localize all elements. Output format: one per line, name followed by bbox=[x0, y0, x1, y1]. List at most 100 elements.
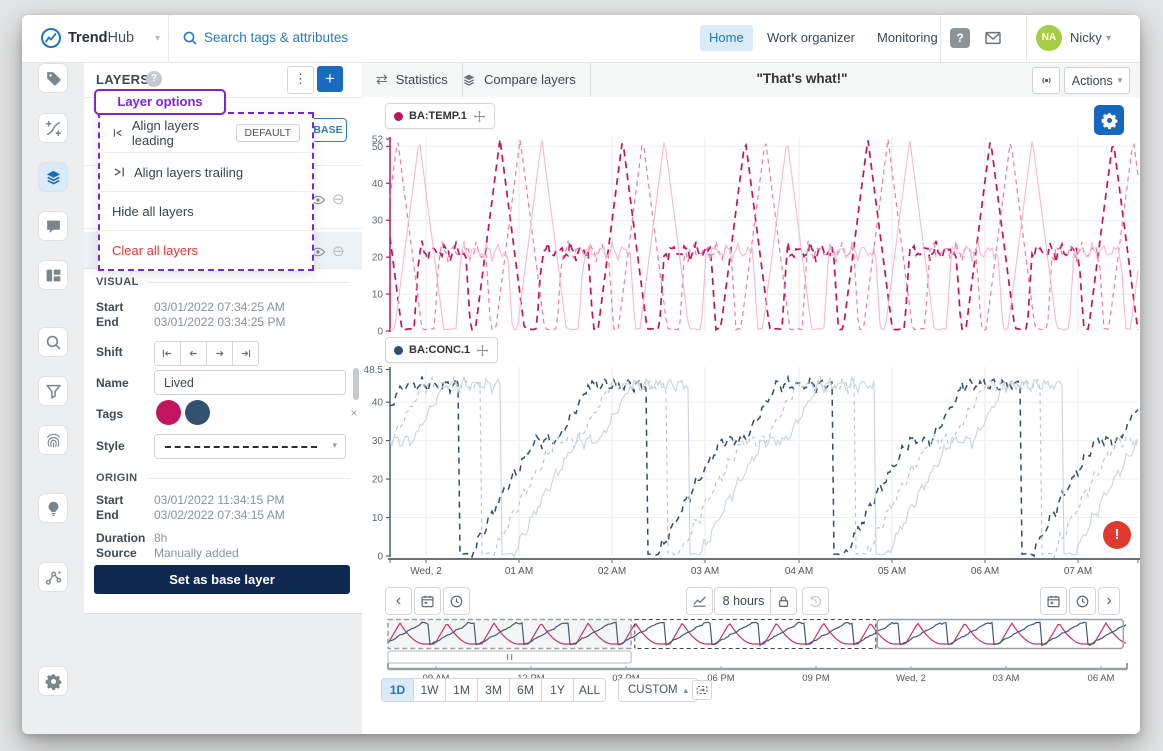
compare-layers-label: Compare layers bbox=[484, 72, 576, 87]
y-tick-label: 20 bbox=[372, 475, 384, 486]
field-label: Name bbox=[96, 376, 154, 390]
step-forward-button[interactable]: › bbox=[1098, 587, 1120, 615]
legend-label: BA:CONC.1 bbox=[409, 344, 470, 356]
shift-right-button[interactable] bbox=[206, 341, 233, 366]
set-base-layer-button[interactable]: Set as base layer bbox=[94, 565, 350, 594]
rail-layers-icon[interactable] bbox=[39, 163, 67, 191]
live-update-button[interactable] bbox=[1032, 67, 1060, 94]
series-BA:TEMP.1 layer shift 1 bbox=[390, 139, 1138, 330]
mail-icon[interactable] bbox=[984, 29, 1002, 47]
menu-item-label: Hide all layers bbox=[112, 204, 194, 219]
overview-timeline[interactable]: 09 AM12 PM03 PM06 PM09 PMWed, 203 AM06 A… bbox=[385, 618, 1130, 684]
rail-dashboard-icon[interactable] bbox=[39, 261, 67, 289]
history-button[interactable] bbox=[802, 587, 829, 615]
add-layer-button[interactable]: + bbox=[317, 66, 343, 92]
nav-item-home[interactable]: Home bbox=[700, 25, 753, 51]
start-calendar-button[interactable] bbox=[414, 587, 441, 615]
layer-remove-icon[interactable]: ⊖ bbox=[332, 192, 345, 208]
field-value: 03/01/2022 03:34:25 PM bbox=[154, 315, 285, 329]
rail-search-icon[interactable] bbox=[39, 328, 67, 356]
nav-item-work-organizer[interactable]: Work organizer bbox=[758, 25, 864, 51]
user-chevron-down-icon[interactable]: ▾ bbox=[1106, 33, 1111, 44]
base-layer-badge: BASE bbox=[309, 118, 347, 142]
rail-nodes-icon[interactable] bbox=[39, 563, 67, 591]
range-1y-button[interactable]: 1Y bbox=[541, 678, 574, 702]
compare-layers-icon bbox=[462, 73, 476, 87]
user-name[interactable]: Nicky bbox=[1070, 30, 1102, 45]
rail-filter-icon[interactable] bbox=[39, 377, 67, 405]
help-button[interactable]: ? bbox=[950, 28, 970, 48]
field-label: Start bbox=[96, 300, 154, 314]
timeline-drag-handle[interactable] bbox=[388, 651, 631, 663]
range-all-button[interactable]: ALL bbox=[573, 678, 606, 702]
section-line bbox=[148, 282, 350, 283]
brand-chevron-down-icon[interactable]: ▾ bbox=[155, 33, 160, 44]
y-tick-label: 40 bbox=[372, 398, 384, 409]
layers-help-icon[interactable]: ? bbox=[146, 71, 162, 87]
end-calendar-button[interactable] bbox=[1040, 587, 1067, 615]
series-color-dot bbox=[394, 112, 403, 121]
range-3m-button[interactable]: 3M bbox=[477, 678, 510, 702]
timeline-region-dashed-gray[interactable] bbox=[388, 620, 631, 649]
tag-color-pink[interactable] bbox=[156, 400, 181, 425]
legend-ba-temp[interactable]: BA:TEMP.1 bbox=[385, 103, 495, 129]
line-style-select[interactable]: ▾ bbox=[154, 434, 346, 459]
visual-heading: VISUAL bbox=[96, 276, 139, 288]
range-1w-button[interactable]: 1W bbox=[413, 678, 446, 702]
shift-left-button[interactable] bbox=[180, 341, 207, 366]
document-title[interactable]: "That's what!" bbox=[712, 71, 892, 86]
tag-color-navy[interactable] bbox=[185, 400, 210, 425]
shift-far-left-button[interactable] bbox=[154, 341, 181, 366]
apply-range-button[interactable] bbox=[692, 680, 712, 700]
layer-name-input[interactable] bbox=[154, 370, 346, 395]
trend-compare-button[interactable] bbox=[686, 587, 713, 615]
temp-chart[interactable]: 5250403020100 bbox=[362, 135, 1140, 340]
brand-name[interactable]: TrendHub bbox=[68, 30, 134, 46]
step-back-button[interactable]: ‹ bbox=[385, 587, 412, 615]
move-icon[interactable] bbox=[476, 344, 489, 357]
shift-far-right-button[interactable] bbox=[232, 341, 259, 366]
move-icon[interactable] bbox=[473, 110, 486, 123]
x-tick-label: 01 AM bbox=[505, 566, 533, 577]
legend-ba-conc[interactable]: BA:CONC.1 bbox=[385, 337, 498, 363]
start-clock-button[interactable] bbox=[443, 587, 470, 615]
field-label: Source bbox=[96, 546, 154, 560]
lock-duration-button[interactable] bbox=[770, 587, 797, 615]
rail-bulb-icon[interactable] bbox=[39, 494, 67, 522]
section-line bbox=[148, 478, 350, 479]
duration-display[interactable]: 8 hours bbox=[714, 587, 773, 615]
overview-tick-label: 09 PM bbox=[802, 673, 830, 684]
actions-button[interactable]: Actions ▾ bbox=[1064, 67, 1130, 94]
search-input[interactable]: Search tags & attributes bbox=[204, 30, 348, 45]
rail-comment-icon[interactable] bbox=[39, 212, 67, 240]
range-1d-button[interactable]: 1D bbox=[381, 678, 414, 702]
chart-settings-button[interactable] bbox=[1094, 105, 1124, 135]
menu-item-align-leading[interactable]: Align layers leading DEFAULT bbox=[100, 114, 312, 153]
range-6m-button[interactable]: 6M bbox=[509, 678, 542, 702]
avatar[interactable]: NA bbox=[1036, 25, 1062, 51]
rail-formula-icon[interactable] bbox=[39, 114, 67, 142]
menu-item-hide-all[interactable]: Hide all layers bbox=[100, 192, 312, 231]
layer-remove-icon[interactable]: ⊖ bbox=[332, 244, 345, 260]
y-tick-label: 10 bbox=[372, 513, 384, 524]
conc-chart[interactable]: 48.5403020100Wed, 201 AM02 AM03 AM04 AM0… bbox=[362, 363, 1140, 578]
menu-item-clear-all[interactable]: Clear all layers bbox=[100, 231, 312, 269]
menu-item-align-trailing[interactable]: Align layers trailing bbox=[100, 153, 312, 192]
nav-item-monitoring[interactable]: Monitoring bbox=[868, 25, 947, 51]
field-value: 03/01/2022 11:34:15 PM bbox=[154, 493, 285, 507]
end-clock-button[interactable] bbox=[1069, 587, 1096, 615]
field-label: End bbox=[96, 508, 154, 522]
close-icon[interactable]: × bbox=[347, 406, 361, 420]
custom-range-button[interactable]: CUSTOM ▴ bbox=[618, 678, 698, 702]
range-1m-button[interactable]: 1M bbox=[445, 678, 478, 702]
field-label: Tags bbox=[96, 407, 154, 421]
default-badge: DEFAULT bbox=[236, 124, 300, 142]
alert-badge[interactable]: ! bbox=[1103, 521, 1131, 549]
layers-options-button[interactable]: ⋮ bbox=[287, 66, 314, 94]
rail-tag-icon[interactable] bbox=[39, 64, 67, 92]
compare-layers-button[interactable]: Compare layers bbox=[448, 62, 591, 97]
y-tick-label: 48.5 bbox=[364, 365, 384, 376]
panel-scrollbar[interactable] bbox=[353, 368, 359, 400]
rail-gear-icon[interactable] bbox=[39, 667, 67, 695]
rail-fingerprint-icon[interactable] bbox=[39, 426, 67, 454]
